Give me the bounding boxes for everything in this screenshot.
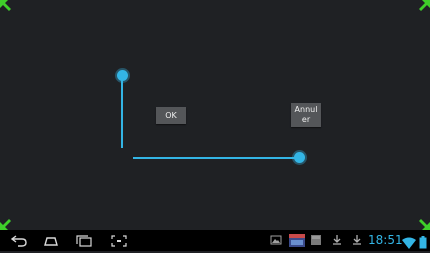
resize-corner-icon[interactable]: [418, 218, 430, 230]
right-drag-handle[interactable]: [294, 152, 305, 163]
app-notification-icon: [289, 234, 305, 247]
download-icon: [351, 234, 363, 247]
battery-icon: [419, 234, 427, 253]
ok-button[interactable]: OK: [156, 107, 186, 124]
download-icon: [331, 234, 343, 247]
cancel-button[interactable]: Annuler: [291, 103, 321, 127]
system-navigation-bar: 18:51: [0, 230, 430, 251]
back-icon[interactable]: [10, 233, 28, 248]
crop-screen: OK Annuler: [0, 0, 430, 230]
resize-corner-icon[interactable]: [418, 0, 430, 12]
top-drag-handle[interactable]: [117, 70, 128, 81]
vertical-guide-line: [121, 76, 123, 148]
horizontal-guide-line: [133, 157, 299, 159]
status-clock: 18:51: [368, 233, 403, 247]
wifi-icon: [402, 234, 416, 253]
screenshot-icon[interactable]: [110, 233, 128, 248]
image-notification-icon: [310, 234, 322, 247]
recent-apps-icon[interactable]: [75, 233, 93, 248]
gallery-notification-icon: [270, 234, 282, 247]
home-icon[interactable]: [42, 233, 60, 248]
resize-corner-icon[interactable]: [0, 0, 12, 12]
resize-corner-icon[interactable]: [0, 218, 12, 230]
